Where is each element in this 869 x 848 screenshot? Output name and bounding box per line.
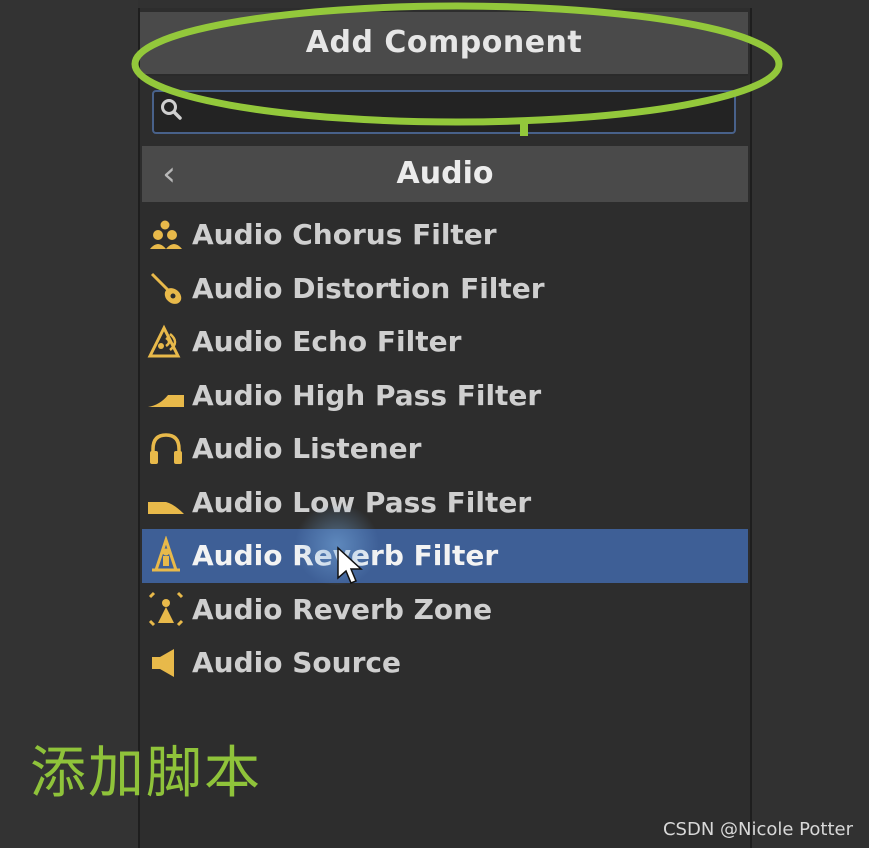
list-item-label: Audio Reverb Zone: [192, 592, 493, 626]
mouse-cursor-icon: [337, 546, 363, 584]
annotation-caption: 添加脚本: [30, 741, 262, 806]
search-box[interactable]: [152, 90, 736, 134]
list-item[interactable]: Audio Source: [142, 636, 748, 690]
list-item[interactable]: Audio Echo Filter: [142, 315, 748, 369]
chevron-left-icon[interactable]: ‹: [154, 146, 184, 202]
list-item-label: Audio Source: [192, 646, 401, 680]
component-list: Audio Chorus Filter Audio Distortion Fil…: [142, 208, 748, 690]
left-panel: [0, 0, 138, 848]
list-item[interactable]: Audio High Pass Filter: [142, 369, 748, 423]
search-icon: [156, 96, 186, 126]
list-item-label: Audio Echo Filter: [192, 325, 462, 359]
add-component-button[interactable]: Add Component: [140, 12, 748, 76]
screenshot-root: Add Component ‹ Audio Audio Chorus Filte…: [0, 0, 869, 848]
list-item-label: Audio High Pass Filter: [192, 378, 542, 412]
list-item-label: Audio Chorus Filter: [192, 218, 497, 252]
reverb-zone-icon: [144, 587, 188, 631]
list-item-selected[interactable]: Audio Reverb Filter: [142, 529, 748, 583]
list-item[interactable]: Audio Chorus Filter: [142, 208, 748, 262]
speaker-icon: [144, 641, 188, 685]
list-item[interactable]: Audio Listener: [142, 422, 748, 476]
list-item-label: Audio Distortion Filter: [192, 271, 545, 305]
echo-filter-icon: [144, 320, 188, 364]
headphones-icon: [144, 427, 188, 471]
list-item[interactable]: Audio Low Pass Filter: [142, 476, 748, 530]
list-item-label: Audio Listener: [192, 432, 422, 466]
reverb-filter-icon: [144, 534, 188, 578]
add-component-popup: Add Component ‹ Audio Audio Chorus Filte…: [138, 8, 752, 848]
watermark: CSDN @Nicole Potter: [662, 819, 853, 840]
category-header: ‹ Audio: [142, 146, 748, 202]
list-item[interactable]: Audio Distortion Filter: [142, 262, 748, 316]
high-pass-filter-icon: [144, 373, 188, 417]
category-title: Audio: [396, 156, 494, 191]
chorus-filter-icon: [144, 213, 188, 257]
search-input[interactable]: [190, 94, 724, 128]
distortion-filter-icon: [144, 266, 188, 310]
low-pass-filter-icon: [144, 480, 188, 524]
list-item[interactable]: Audio Reverb Zone: [142, 583, 748, 637]
